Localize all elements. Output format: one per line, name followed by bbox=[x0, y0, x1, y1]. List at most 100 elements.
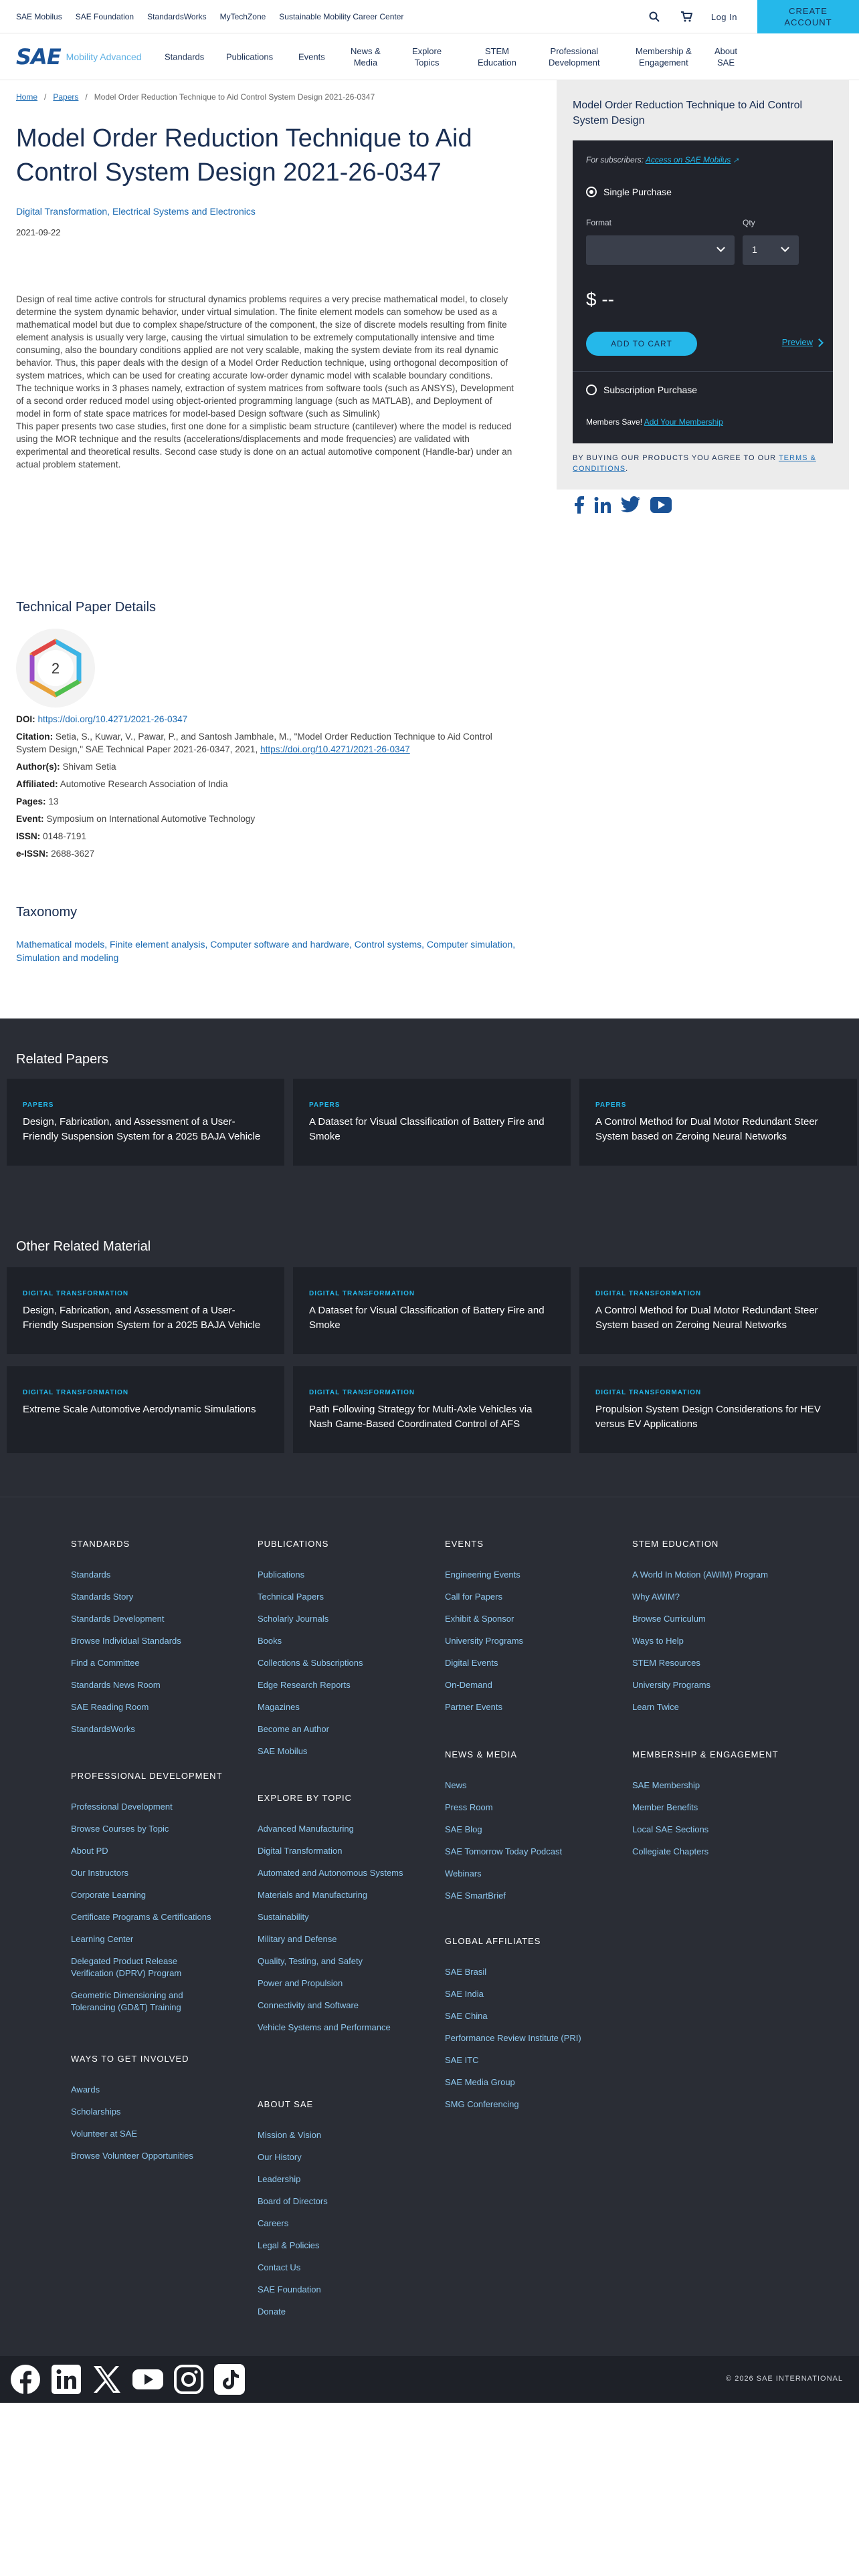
footer-link[interactable]: A World In Motion (AWIM) Program bbox=[632, 1569, 779, 1581]
preview-link[interactable]: Preview bbox=[782, 337, 813, 347]
footer-link[interactable]: Geometric Dimensioning and Tolerancing (… bbox=[71, 1990, 218, 2014]
footer-link[interactable]: Learning Center bbox=[71, 1933, 218, 1945]
add-to-cart-button[interactable]: ADD TO CART bbox=[586, 332, 697, 356]
footer-link[interactable]: SAE Foundation bbox=[258, 2284, 405, 2296]
footer-link[interactable]: Scholarships bbox=[71, 2106, 218, 2118]
footer-link[interactable]: Scholarly Journals bbox=[258, 1613, 405, 1625]
card-title[interactable]: A Dataset for Visual Classification of B… bbox=[309, 1303, 554, 1333]
tiktok-icon[interactable] bbox=[213, 2363, 246, 2399]
footer-link[interactable]: Volunteer at SAE bbox=[71, 2128, 218, 2140]
footer-link[interactable]: Books bbox=[258, 1635, 405, 1647]
footer-link[interactable]: Mission & Vision bbox=[258, 2129, 405, 2141]
footer-link[interactable]: On-Demand bbox=[445, 1679, 592, 1691]
nav-item-news-media[interactable]: News & Media bbox=[351, 45, 381, 68]
footer-link[interactable]: Engineering Events bbox=[445, 1569, 592, 1581]
breadcrumb-papers[interactable]: Papers bbox=[53, 92, 78, 102]
footer-link[interactable]: About PD bbox=[71, 1845, 218, 1857]
footer-link[interactable]: SAE SmartBrief bbox=[445, 1890, 592, 1902]
search-icon[interactable] bbox=[647, 9, 662, 24]
footer-link[interactable]: Browse Courses by Topic bbox=[71, 1823, 218, 1835]
footer-link[interactable]: Military and Defense bbox=[258, 1933, 405, 1945]
nav-item-events[interactable]: Events bbox=[298, 51, 325, 63]
x-icon[interactable] bbox=[91, 2363, 123, 2399]
altmetric-badge[interactable]: 2 bbox=[16, 629, 95, 708]
related-card[interactable]: DIGITAL TRANSFORMATION Design, Fabricatio… bbox=[7, 1267, 284, 1354]
footer-link[interactable]: Webinars bbox=[445, 1868, 592, 1880]
footer-link[interactable]: SAE India bbox=[445, 1988, 592, 2000]
footer-link[interactable]: SAE Blog bbox=[445, 1824, 592, 1836]
nav-item-professional-development[interactable]: Professional Development bbox=[549, 45, 600, 68]
nav-item-stem-education[interactable]: STEM Education bbox=[478, 45, 516, 68]
footer-link[interactable]: Exhibit & Sponsor bbox=[445, 1613, 592, 1625]
footer-link[interactable]: Technical Papers bbox=[258, 1591, 405, 1603]
footer-link[interactable]: Certificate Programs & Certifications bbox=[71, 1911, 218, 1923]
footer-link[interactable]: Connectivity and Software bbox=[258, 2000, 405, 2012]
footer-link[interactable]: SAE Media Group bbox=[445, 2076, 592, 2088]
facebook-icon[interactable] bbox=[573, 496, 585, 517]
footer-link[interactable]: Become an Author bbox=[258, 1723, 405, 1735]
card-title[interactable]: Propulsion System Design Considerations … bbox=[595, 1402, 840, 1432]
add-membership-link[interactable]: Add Your Membership bbox=[644, 417, 723, 427]
qty-select[interactable]: 1 bbox=[743, 235, 799, 265]
footer-link[interactable]: Leadership bbox=[258, 2173, 405, 2185]
footer-link[interactable]: Magazines bbox=[258, 1701, 405, 1713]
footer-link[interactable]: Board of Directors bbox=[258, 2195, 405, 2208]
twitter-icon[interactable] bbox=[621, 496, 641, 517]
facebook-icon[interactable] bbox=[9, 2363, 41, 2399]
footer-link[interactable]: Awards bbox=[71, 2084, 218, 2096]
footer-link[interactable]: Find a Committee bbox=[71, 1657, 218, 1669]
nav-item-membership-engagement[interactable]: Membership & Engagement bbox=[636, 45, 692, 68]
footer-link[interactable]: Call for Papers bbox=[445, 1591, 592, 1603]
footer-link[interactable]: Collegiate Chapters bbox=[632, 1846, 779, 1858]
card-title[interactable]: Design, Fabrication, and Assessment of a… bbox=[23, 1115, 268, 1144]
nav-item-standards[interactable]: Standards bbox=[165, 51, 204, 63]
card-title[interactable]: A Control Method for Dual Motor Redundan… bbox=[595, 1115, 840, 1144]
footer-link[interactable]: News bbox=[445, 1780, 592, 1792]
footer-link[interactable]: Vehicle Systems and Performance bbox=[258, 2022, 405, 2034]
footer-link[interactable]: SAE China bbox=[445, 2010, 592, 2022]
footer-link[interactable]: Collections & Subscriptions bbox=[258, 1657, 405, 1669]
card-title[interactable]: Design, Fabrication, and Assessment of a… bbox=[23, 1303, 268, 1333]
sae-logo[interactable]: SAE Mobility Advanced bbox=[0, 44, 142, 70]
related-card[interactable]: PAPERS A Dataset for Visual Classificatio… bbox=[293, 1079, 571, 1166]
breadcrumb-home[interactable]: Home bbox=[16, 92, 37, 102]
footer-link[interactable]: SAE Membership bbox=[632, 1780, 779, 1792]
footer-link[interactable]: Our History bbox=[258, 2151, 405, 2163]
format-select[interactable] bbox=[586, 235, 735, 265]
link-sae-mobilus[interactable]: SAE Mobilus bbox=[16, 12, 62, 21]
footer-link[interactable]: Partner Events bbox=[445, 1701, 592, 1713]
footer-link[interactable]: Local SAE Sections bbox=[632, 1824, 779, 1836]
related-card[interactable]: PAPERS A Control Method for Dual Motor Re… bbox=[579, 1079, 857, 1166]
subscription-purchase-radio[interactable] bbox=[586, 385, 597, 395]
card-title[interactable]: Path Following Strategy for Multi-Axle V… bbox=[309, 1402, 554, 1432]
youtube-icon[interactable] bbox=[650, 497, 672, 516]
instagram-icon[interactable] bbox=[173, 2363, 205, 2399]
card-title[interactable]: A Dataset for Visual Classification of B… bbox=[309, 1115, 554, 1144]
nav-item-explore-topics[interactable]: Explore Topics bbox=[412, 45, 442, 68]
footer-link[interactable]: Careers bbox=[258, 2218, 405, 2230]
footer-link[interactable]: SAE Mobilus bbox=[258, 1745, 405, 1757]
footer-link[interactable]: Performance Review Institute (PRI) bbox=[445, 2032, 592, 2044]
link-career-center[interactable]: Sustainable Mobility Career Center bbox=[279, 12, 403, 21]
related-card[interactable]: DIGITAL TRANSFORMATION Extreme Scale Auto… bbox=[7, 1366, 284, 1453]
related-card[interactable]: DIGITAL TRANSFORMATION Path Following Str… bbox=[293, 1366, 571, 1453]
linkedin-icon[interactable] bbox=[50, 2363, 82, 2399]
footer-link[interactable]: Digital Transformation bbox=[258, 1845, 405, 1857]
footer-link[interactable]: Automated and Autonomous Systems bbox=[258, 1867, 405, 1879]
related-card[interactable]: DIGITAL TRANSFORMATION A Control Method f… bbox=[579, 1267, 857, 1354]
footer-link[interactable]: Ways to Help bbox=[632, 1635, 779, 1647]
footer-link[interactable]: Contact Us bbox=[258, 2262, 405, 2274]
doi-link[interactable]: https://doi.org/10.4271/2021-26-0347 bbox=[37, 714, 187, 724]
footer-link[interactable]: Publications bbox=[258, 1569, 405, 1581]
footer-link[interactable]: Donate bbox=[258, 2306, 405, 2318]
card-title[interactable]: Extreme Scale Automotive Aerodynamic Sim… bbox=[23, 1402, 268, 1417]
access-mobilus-link[interactable]: Access on SAE Mobilus bbox=[646, 155, 731, 165]
single-purchase-radio[interactable] bbox=[586, 187, 597, 197]
footer-link[interactable]: Professional Development bbox=[71, 1801, 218, 1813]
related-card[interactable]: PAPERS Design, Fabrication, and Assessmen… bbox=[7, 1079, 284, 1166]
nav-item-about-sae[interactable]: About SAE bbox=[714, 45, 737, 68]
footer-link[interactable]: Browse Volunteer Opportunities bbox=[71, 2150, 218, 2162]
related-card[interactable]: DIGITAL TRANSFORMATION A Dataset for Visu… bbox=[293, 1267, 571, 1354]
create-account-button[interactable]: CREATE ACCOUNT bbox=[757, 0, 859, 33]
footer-link[interactable]: Materials and Manufacturing bbox=[258, 1889, 405, 1901]
